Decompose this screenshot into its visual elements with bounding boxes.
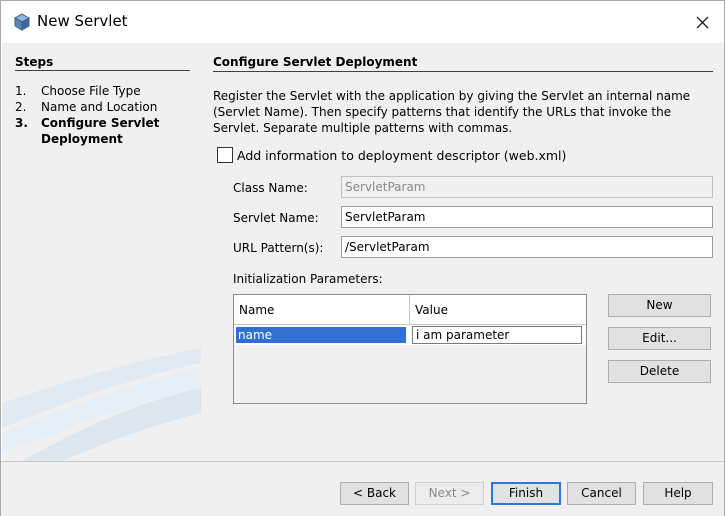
class-name-label: Class Name: <box>233 181 308 195</box>
servlet-name-label: Servlet Name: <box>233 211 319 225</box>
column-header-name[interactable]: Name <box>234 295 410 324</box>
init-params-table: Name Value name i am parameter <box>233 294 587 404</box>
step-label: Choose File Type <box>41 84 141 98</box>
servlet-name-field[interactable]: ServletParam <box>341 206 713 228</box>
close-icon[interactable] <box>689 11 715 35</box>
table-header: Name Value <box>234 295 586 325</box>
step-label: Name and Location <box>41 100 158 114</box>
new-button[interactable]: New <box>608 294 711 317</box>
steps-panel: Steps 1. Choose File Type 2. Name and Lo… <box>2 43 201 461</box>
step-number: 3. <box>15 116 28 130</box>
delete-button[interactable]: Delete <box>608 360 711 383</box>
title-divider <box>213 71 713 72</box>
window-title: New Servlet <box>37 12 128 30</box>
cancel-button[interactable]: Cancel <box>567 482 636 505</box>
param-name-cell[interactable]: name <box>236 327 406 343</box>
init-params-label: Initialization Parameters: <box>233 272 383 286</box>
finish-button[interactable]: Finish <box>491 482 561 505</box>
table-row[interactable]: name i am parameter <box>234 325 586 345</box>
description-text: Register the Servlet with the applicatio… <box>213 89 691 135</box>
deployment-descriptor-checkbox[interactable] <box>217 147 233 163</box>
class-name-field: ServletParam <box>341 176 713 198</box>
dialog-footer: < Back Next > Finish Cancel Help <box>1 461 724 516</box>
steps-heading: Steps <box>15 55 54 69</box>
step-label: Configure Servlet Deployment <box>41 116 160 146</box>
content-panel: Configure Servlet Deployment Register th… <box>201 43 724 461</box>
back-button[interactable]: < Back <box>340 482 409 505</box>
url-pattern-field[interactable]: /ServletParam <box>341 236 713 258</box>
page-title: Configure Servlet Deployment <box>213 55 418 69</box>
checkbox-label: Add information to deployment descriptor… <box>237 148 567 163</box>
param-value-cell[interactable]: i am parameter <box>412 326 582 344</box>
step-number: 2. <box>15 100 27 114</box>
step-number: 1. <box>15 84 27 98</box>
decorative-swoosh-graphic <box>2 348 201 461</box>
steps-divider <box>15 70 190 71</box>
help-button[interactable]: Help <box>643 482 713 505</box>
new-servlet-dialog: New Servlet Steps 1. Choose File Type 2.… <box>0 0 725 516</box>
next-button[interactable]: Next > <box>415 482 484 505</box>
edit-button[interactable]: Edit... <box>608 327 711 350</box>
cube-icon <box>13 13 31 31</box>
url-pattern-label: URL Pattern(s): <box>233 241 324 255</box>
title-bar: New Servlet <box>1 1 724 43</box>
column-header-value[interactable]: Value <box>410 295 586 324</box>
